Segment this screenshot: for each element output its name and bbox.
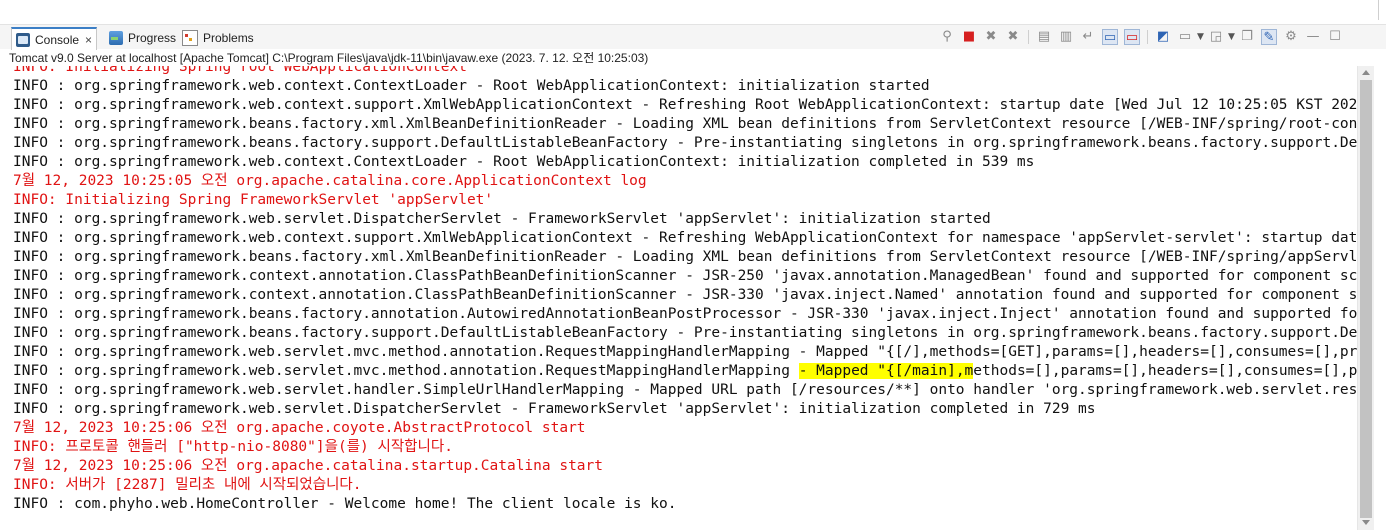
console-line-text: INFO : org.springframework.beans.factory… xyxy=(13,116,1357,132)
console-line-text: INFO : org.springframework.web.context.C… xyxy=(13,78,930,94)
console-line: INFO : org.springframework.context.annot… xyxy=(13,286,1357,305)
new-console-icon[interactable]: ◲ xyxy=(1208,29,1224,45)
toolbar-separator xyxy=(1147,30,1148,44)
chevron-down-icon[interactable]: ▼ xyxy=(1197,29,1204,45)
console-line-text: 7월 12, 2023 10:25:06 오전 org.apache.catal… xyxy=(13,458,603,474)
console-line: INFO : org.springframework.context.annot… xyxy=(13,267,1357,286)
console-toolbar: ⚲ ■ ✖ ✖ ▤ ▥ ↵ ▭ ▭ ◩ ▭ ▼ ◲ ▼ ❐ ✎ ⚙ — ☐ xyxy=(936,28,1346,46)
console-line: INFO : org.springframework.beans.factory… xyxy=(13,305,1357,324)
chevron-down-icon[interactable]: ▼ xyxy=(1228,29,1235,45)
minimize-icon[interactable]: — xyxy=(1305,29,1321,45)
editor-scroll-stub xyxy=(1378,0,1386,20)
console-line: INFO : org.springframework.beans.factory… xyxy=(13,115,1357,134)
tab-console-label: Console xyxy=(35,32,80,47)
console-line-text: INFO : org.springframework.beans.factory… xyxy=(13,325,1357,341)
word-wrap-icon[interactable]: ↵ xyxy=(1080,29,1096,45)
console-line: INFO : org.springframework.web.servlet.m… xyxy=(13,343,1357,362)
console-line-text: INFO: 프로토콜 핸들러 ["http-nio-8080"]을(를) 시작합… xyxy=(13,439,453,455)
remove-launch-icon[interactable]: ✖ xyxy=(983,29,999,45)
toolbar-separator xyxy=(1028,30,1029,44)
show-console-on-output-icon[interactable]: ✎ xyxy=(1261,29,1277,45)
console-line: INFO : org.springframework.web.context.s… xyxy=(13,96,1357,115)
console-line: INFO : org.springframework.web.context.s… xyxy=(13,229,1357,248)
tab-problems[interactable]: Problems xyxy=(182,28,254,47)
console-line: INFO: Initializing Spring FrameworkServl… xyxy=(13,191,1357,210)
console-line: INFO : org.springframework.web.context.C… xyxy=(13,153,1357,172)
open-console-icon[interactable]: ◩ xyxy=(1155,29,1171,45)
show-stderr-icon[interactable]: ▭ xyxy=(1124,29,1140,45)
console-icon xyxy=(16,32,30,47)
console-line-text: INFO : org.springframework.context.annot… xyxy=(13,268,1357,284)
clear-console-icon[interactable]: ▤ xyxy=(1036,29,1052,45)
console-line-text: INFO : org.springframework.web.context.C… xyxy=(13,154,1035,170)
console-line: INFO : org.springframework.web.servlet.D… xyxy=(13,400,1357,419)
console-line: INFO : org.springframework.beans.factory… xyxy=(13,134,1357,153)
console-line-text: INFO : org.springframework.beans.factory… xyxy=(13,249,1357,265)
console-line-text: INFO : org.springframework.web.servlet.m… xyxy=(13,363,799,379)
console-output[interactable]: INFO: Initializing Spring root WebApplic… xyxy=(0,66,1357,530)
console-line-text: INFO : org.springframework.web.context.s… xyxy=(13,97,1357,113)
console-line: INFO : org.springframework.web.servlet.m… xyxy=(13,362,1357,381)
tab-problems-label: Problems xyxy=(203,30,254,45)
show-stdout-icon[interactable]: ▭ xyxy=(1102,29,1118,45)
editor-area-strip xyxy=(0,0,1386,25)
problems-icon xyxy=(182,29,198,46)
maximize-icon[interactable]: ☐ xyxy=(1327,29,1343,45)
tab-progress[interactable]: Progress xyxy=(109,28,176,47)
copy-icon[interactable]: ❐ xyxy=(1239,29,1255,45)
console-line: INFO : com.phyho.web.HomeController - We… xyxy=(13,495,1357,514)
console-line: 7월 12, 2023 10:25:05 오전 org.apache.catal… xyxy=(13,172,1357,191)
highlighted-text: - Mapped "{[/main],m xyxy=(798,363,974,379)
console-line: INFO : org.springframework.web.servlet.D… xyxy=(13,210,1357,229)
tab-progress-label: Progress xyxy=(128,30,177,45)
console-lines: INFO: Initializing Spring root WebApplic… xyxy=(13,66,1357,514)
remove-all-terminated-icon[interactable]: ✖ xyxy=(1005,29,1021,45)
console-line-text: 7월 12, 2023 10:25:05 오전 org.apache.catal… xyxy=(13,173,647,189)
console-line-text: INFO : org.springframework.web.servlet.m… xyxy=(13,344,1357,360)
settings-icon[interactable]: ⚙ xyxy=(1283,29,1299,45)
console-line-text-tail: ethods=[],params=[],headers=[],consumes=… xyxy=(973,363,1357,379)
console-line: INFO : org.springframework.beans.factory… xyxy=(13,248,1357,267)
console-line-text: INFO : org.springframework.web.servlet.D… xyxy=(13,401,1096,417)
console-line-text: INFO: Initializing Spring root WebApplic… xyxy=(13,66,467,75)
display-selected-console-icon[interactable]: ▭ xyxy=(1177,29,1193,45)
console-line: INFO: Initializing Spring root WebApplic… xyxy=(13,66,1357,77)
console-line-text: INFO : org.springframework.context.annot… xyxy=(13,287,1357,303)
console-line: INFO : org.springframework.beans.factory… xyxy=(13,324,1357,343)
scroll-lock-icon[interactable]: ▥ xyxy=(1058,29,1074,45)
console-line: 7월 12, 2023 10:25:06 오전 org.apache.coyot… xyxy=(13,419,1357,438)
console-line-text: INFO : org.springframework.web.context.s… xyxy=(13,230,1357,246)
console-line: INFO : org.springframework.web.servlet.h… xyxy=(13,381,1357,400)
tab-console[interactable]: Console × xyxy=(11,27,98,50)
scrollbar-thumb[interactable] xyxy=(1360,80,1372,518)
console-line: INFO : org.springframework.web.context.C… xyxy=(13,77,1357,96)
terminate-icon[interactable]: ■ xyxy=(961,29,977,45)
console-line: 7월 12, 2023 10:25:06 오전 org.apache.catal… xyxy=(13,457,1357,476)
scroll-up-icon[interactable] xyxy=(1362,70,1370,75)
pin-icon[interactable]: ⚲ xyxy=(939,29,955,45)
console-line-text: INFO : org.springframework.beans.factory… xyxy=(13,306,1357,322)
console-line-text: INFO: Initializing Spring FrameworkServl… xyxy=(13,192,494,208)
console-line-text: 7월 12, 2023 10:25:06 오전 org.apache.coyot… xyxy=(13,420,586,436)
console-line: INFO: 서버가 [2287] 밀리초 내에 시작되었습니다. xyxy=(13,476,1357,495)
progress-icon xyxy=(109,30,123,45)
close-icon[interactable]: × xyxy=(85,33,92,47)
process-description: Tomcat v9.0 Server at localhost [Apache … xyxy=(9,51,649,65)
scroll-down-icon[interactable] xyxy=(1362,520,1370,525)
console-line-text: INFO: 서버가 [2287] 밀리초 내에 시작되었습니다. xyxy=(13,477,362,493)
vertical-scrollbar[interactable] xyxy=(1357,66,1374,530)
console-line-text: INFO : org.springframework.web.servlet.D… xyxy=(13,211,991,227)
console-line: INFO: 프로토콜 핸들러 ["http-nio-8080"]을(를) 시작합… xyxy=(13,438,1357,457)
console-line-text: INFO : org.springframework.beans.factory… xyxy=(13,135,1357,151)
console-line-text: INFO : org.springframework.web.servlet.h… xyxy=(13,382,1357,398)
console-line-text: INFO : com.phyho.web.HomeController - We… xyxy=(13,496,677,512)
view-tab-bar: Console × Progress Problems ⚲ ■ ✖ ✖ ▤ ▥ … xyxy=(0,25,1386,50)
right-edge xyxy=(1374,66,1386,530)
